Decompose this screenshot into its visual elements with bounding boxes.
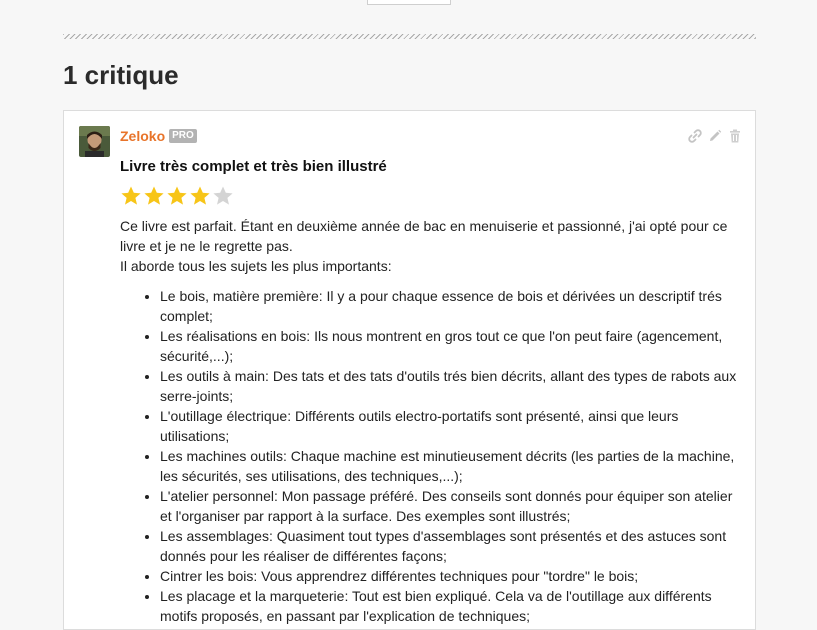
- pencil-icon[interactable]: [707, 128, 723, 144]
- list-item: Le bois, matière première: Il y a pour c…: [160, 286, 745, 326]
- review-body: Ce livre est parfait. Étant en deuxième …: [120, 216, 745, 626]
- list-item: Les assemblages: Quasiment tout types d'…: [160, 526, 745, 566]
- author-row: Zeloko PRO: [120, 128, 197, 144]
- hatched-divider: [63, 34, 756, 39]
- star-filled-icon: [121, 186, 141, 205]
- star-rating: [120, 185, 234, 207]
- review-list: Le bois, matière première: Il y a pour c…: [120, 286, 745, 626]
- star-filled-icon: [190, 186, 210, 205]
- pro-badge: PRO: [169, 129, 197, 143]
- author-name[interactable]: Zeloko: [120, 128, 165, 144]
- review-card: Zeloko PRO Livre très complet et très bi…: [63, 110, 756, 630]
- top-tab[interactable]: [367, 0, 451, 5]
- star-filled-icon: [167, 186, 187, 205]
- list-item: Les réalisations en bois: Ils nous montr…: [160, 326, 745, 366]
- link-icon[interactable]: [687, 128, 703, 144]
- list-item: Les outils à main: Des tats et des tats …: [160, 366, 745, 406]
- review-intro-line: Ce livre est parfait. Étant en deuxième …: [120, 218, 728, 254]
- section-title: 1 critique: [63, 60, 179, 90]
- list-item: Cintrer les bois: Vous apprendrez différ…: [160, 566, 745, 586]
- list-item: Les machines outils: Chaque machine est …: [160, 446, 745, 486]
- star-filled-icon: [144, 186, 164, 205]
- star-empty-icon: [213, 186, 233, 205]
- list-item: Les placage et la marqueterie: Tout est …: [160, 586, 745, 626]
- avatar[interactable]: [79, 126, 110, 157]
- list-item: L'atelier personnel: Mon passage préféré…: [160, 486, 745, 526]
- review-actions: [687, 128, 743, 144]
- review-intro-line: Il aborde tous les sujets les plus impor…: [120, 258, 392, 274]
- trash-icon[interactable]: [727, 128, 743, 144]
- list-item: L'outillage électrique: Différents outil…: [160, 406, 745, 446]
- review-title: Livre très complet et très bien illustré: [120, 158, 387, 175]
